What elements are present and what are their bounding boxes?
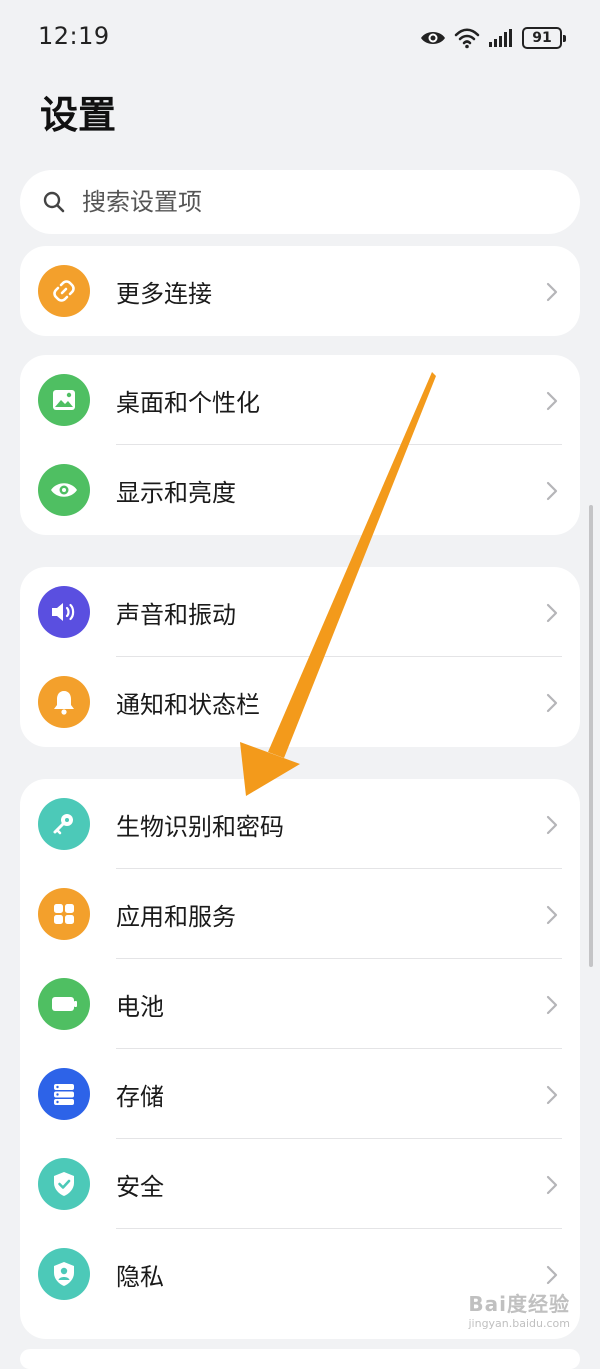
chevron-right-icon [546, 1175, 558, 1195]
chevron-right-icon [546, 481, 558, 501]
settings-item-apps-services[interactable]: 应用和服务 [20, 869, 580, 959]
chevron-right-icon [546, 282, 558, 302]
settings-item-security[interactable]: 安全 [20, 1139, 580, 1229]
watermark: Bai度经验 jingyan.baidu.com [468, 1288, 570, 1330]
settings-item-more-connections[interactable]: 更多连接 [20, 246, 580, 336]
settings-group-connections: 更多连接 [20, 246, 580, 336]
settings-item-notifications-statusbar[interactable]: 通知和状态栏 [20, 657, 580, 747]
bell-icon [38, 676, 90, 728]
storage-icon [38, 1068, 90, 1120]
search-input[interactable] [80, 187, 524, 217]
speaker-icon [38, 586, 90, 638]
settings-item-display-brightness[interactable]: 显示和亮度 [20, 445, 580, 535]
search-icon [43, 191, 65, 213]
settings-item-label: 生物识别和密码 [116, 812, 284, 841]
settings-item-label: 电池 [116, 992, 164, 1021]
settings-group-sound-notifications: 声音和振动 通知和状态栏 [20, 567, 580, 747]
settings-item-storage[interactable]: 存储 [20, 1049, 580, 1139]
signal-icon [489, 29, 512, 47]
settings-group-display: 桌面和个性化 显示和亮度 [20, 355, 580, 535]
eye-icon [38, 464, 90, 516]
shield-check-icon [38, 1158, 90, 1210]
settings-item-label: 显示和亮度 [116, 478, 236, 507]
settings-item-label: 更多连接 [116, 279, 212, 308]
chevron-right-icon [546, 905, 558, 925]
watermark-logo: Bai度经验 [468, 1292, 570, 1316]
search-bar[interactable] [20, 170, 580, 234]
settings-item-label: 声音和振动 [116, 600, 236, 629]
chevron-right-icon [546, 1085, 558, 1105]
key-icon [38, 798, 90, 850]
settings-item-biometrics-password[interactable]: 生物识别和密码 [20, 779, 580, 869]
settings-item-label: 通知和状态栏 [116, 690, 260, 719]
privacy-shield-icon [38, 1248, 90, 1300]
settings-group-system: 生物识别和密码 应用和服务 电池 存储 安全 隐私 [20, 779, 580, 1339]
battery-icon [38, 978, 90, 1030]
eye-icon [421, 32, 445, 44]
settings-item-battery[interactable]: 电池 [20, 959, 580, 1049]
status-bar: 12:19 91 [0, 0, 600, 76]
link-icon [38, 265, 90, 317]
page-title: 设置 [40, 93, 117, 137]
chevron-right-icon [546, 1265, 558, 1285]
chevron-right-icon [546, 693, 558, 713]
chevron-right-icon [546, 391, 558, 411]
wifi-icon [454, 28, 480, 49]
watermark-url: jingyan.baidu.com [468, 1317, 570, 1330]
scrollbar[interactable] [589, 505, 593, 967]
battery-icon: 91 [522, 27, 566, 49]
status-icons: 91 [420, 22, 566, 54]
settings-item-label: 隐私 [116, 1262, 164, 1291]
settings-item-sound-vibration[interactable]: 声音和振动 [20, 567, 580, 657]
status-time: 12:19 [38, 22, 110, 50]
apps-grid-icon [38, 888, 90, 940]
chevron-right-icon [546, 995, 558, 1015]
settings-group-next [20, 1349, 580, 1369]
settings-item-label: 存储 [116, 1082, 164, 1111]
image-icon [38, 374, 90, 426]
settings-item-label: 安全 [116, 1172, 164, 1201]
battery-level: 91 [532, 30, 552, 46]
chevron-right-icon [546, 603, 558, 623]
settings-item-label: 桌面和个性化 [116, 388, 260, 417]
settings-item-desktop-personalization[interactable]: 桌面和个性化 [20, 355, 580, 445]
settings-item-label: 应用和服务 [116, 902, 236, 931]
chevron-right-icon [546, 815, 558, 835]
